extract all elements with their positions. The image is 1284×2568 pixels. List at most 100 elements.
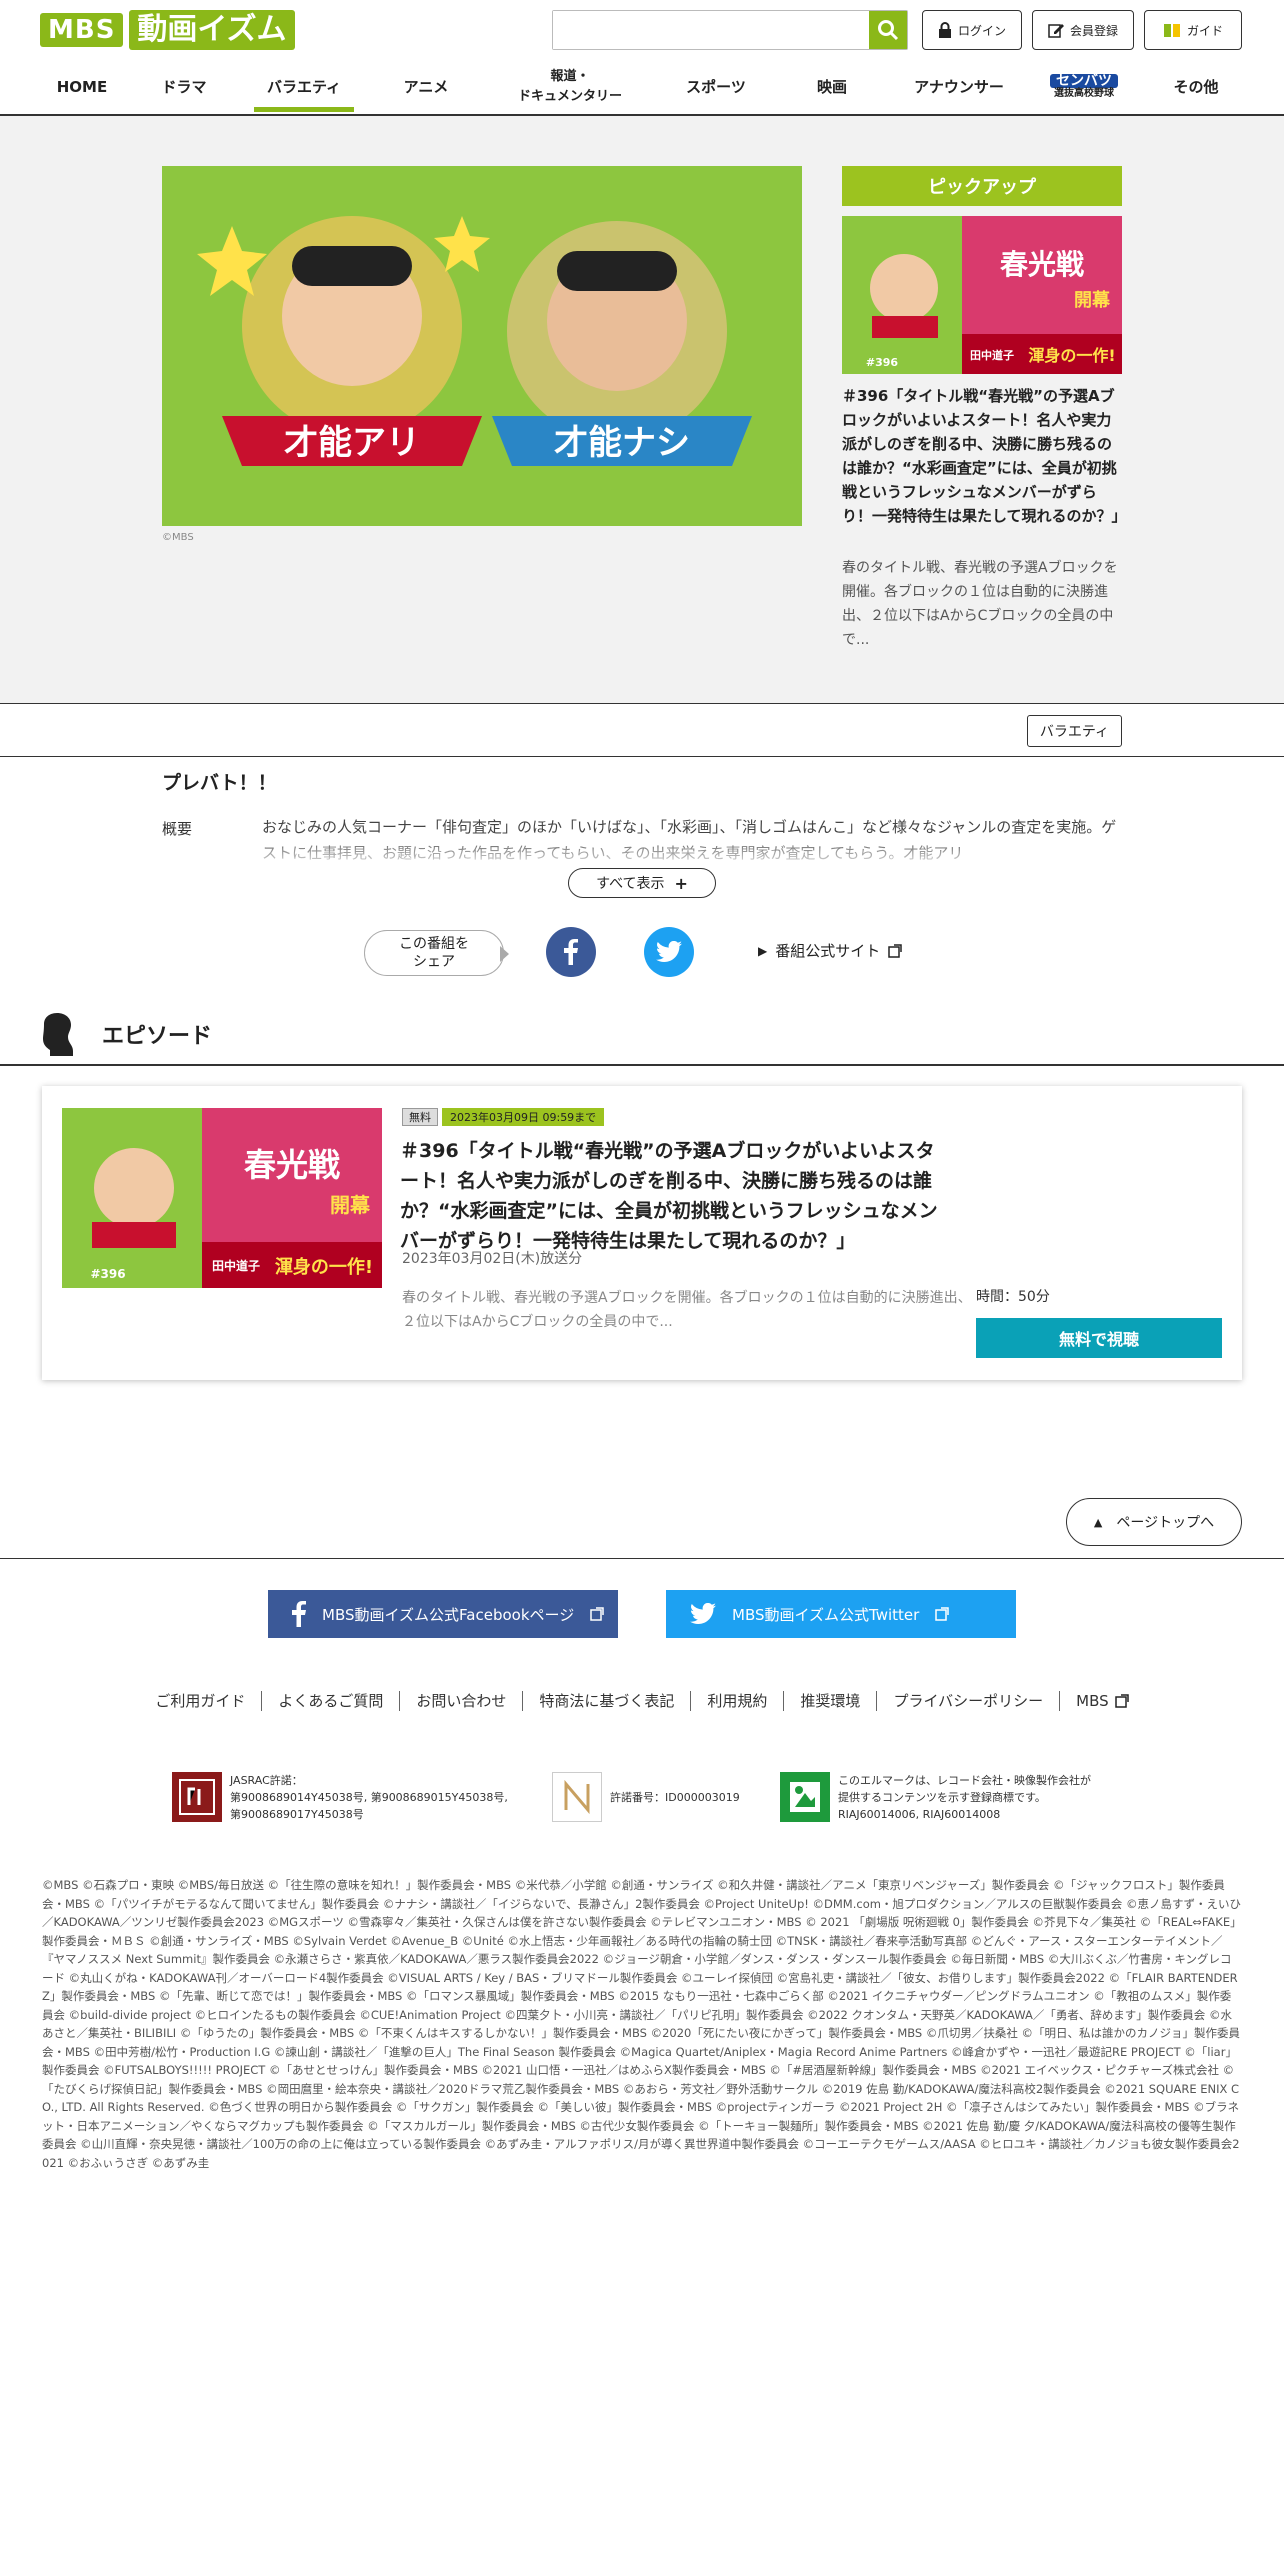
pickup-thumbnail[interactable]: 春光戦 開幕 田中道子 渾身の一作! #396 xyxy=(842,216,1122,374)
episode-thumb-ep: #396 xyxy=(90,1267,125,1281)
nextone-text: 許諾番号：ID000003019 xyxy=(610,1790,740,1804)
footer-link-guide[interactable]: ご利用ガイド xyxy=(155,1690,245,1711)
twitter-account-button[interactable]: MBS動画イズム公式Twitter xyxy=(666,1590,1016,1638)
show-all-label: すべて表示 xyxy=(596,876,665,892)
jasrac-logo-icon xyxy=(172,1772,222,1822)
site-logo[interactable]: MBS 動画イズム xyxy=(40,10,295,50)
elmark-text: このエルマークは、レコード会社・映像製作会社が 提供するコンテンツを示す登録商標… xyxy=(838,1774,1091,1821)
external-link-icon xyxy=(1114,1693,1129,1708)
footer-link-mbs[interactable]: MBS xyxy=(1076,1692,1129,1710)
nav-announcer[interactable]: アナウンサー xyxy=(884,60,1034,114)
nav-other[interactable]: その他 xyxy=(1134,60,1258,114)
hero-image[interactable]: 才能アリ 才能ナシ xyxy=(162,166,802,526)
episode-thumb-text4: 渾身の一作! xyxy=(275,1256,373,1278)
episode-description: 春のタイトル戦、春光戦の予選Aブロックを開催。各ブロックの１位は自動的に決勝進出… xyxy=(402,1290,972,1330)
footer-link-tokushoho[interactable]: 特商法に基づく表記 xyxy=(539,1690,674,1711)
footer-link-privacy[interactable]: プライバシーポリシー xyxy=(893,1690,1043,1711)
pickup-headline[interactable]: ＃396「タイトル戦“春光戦”の予選Aブロックがいよいよスタート！名人や実力派が… xyxy=(842,384,1127,528)
footer-link-environment[interactable]: 推奨環境 xyxy=(800,1690,860,1711)
episode-thumb-art: 春光戦 開幕 田中道子 渾身の一作! #396 xyxy=(62,1108,382,1288)
watch-free-button[interactable]: 無料で視聴 xyxy=(976,1318,1222,1358)
external-link-icon xyxy=(590,1607,604,1621)
episode-duration: 時間：50分 xyxy=(976,1289,1050,1305)
pickup-thumb-ep: #396 xyxy=(866,356,899,369)
episode-section-header: エピソード xyxy=(0,1000,1284,1066)
official-site-label: 番組公式サイト xyxy=(775,942,881,960)
senbatsu-logo: センバツ 選抜高校野球 xyxy=(1050,74,1118,100)
pickup-description: 春のタイトル戦、春光戦の予選Aブロックを開催。各ブロックの１位は自動的に決勝進出… xyxy=(842,560,1118,648)
caret-up-icon: ▲ xyxy=(1093,1515,1103,1529)
caret-right-icon: ▶ xyxy=(758,943,768,958)
facebook-page-label: MBS動画イズム公式Facebookページ xyxy=(322,1605,575,1624)
genre-bar: バラエティ xyxy=(0,703,1284,757)
genre-tag-variety[interactable]: バラエティ xyxy=(1026,715,1122,747)
episode-thumb-text1: 春光戦 xyxy=(244,1146,340,1184)
footer-link-faq[interactable]: よくあるご質問 xyxy=(278,1690,383,1711)
pickup-thumb-text2: 開幕 xyxy=(1074,290,1111,311)
register-button[interactable]: 会員登録 xyxy=(1032,10,1134,50)
nav-sports[interactable]: スポーツ xyxy=(652,60,780,114)
twitter-icon xyxy=(690,1603,716,1625)
login-button[interactable]: ログイン xyxy=(922,10,1022,50)
mascot-icon xyxy=(43,1013,73,1056)
footer-links: ご利用ガイド よくあるご質問 お問い合わせ 特商法に基づく表記 利用規約 推奨環… xyxy=(0,1690,1284,1711)
nav-movies[interactable]: 映画 xyxy=(780,60,884,114)
facebook-icon xyxy=(292,1601,306,1627)
nav-home[interactable]: HOME xyxy=(40,60,124,114)
episode-card[interactable]: 春光戦 開幕 田中道子 渾身の一作! #396 無料 2023年03月09日 0… xyxy=(42,1086,1242,1380)
nav-news-documentary[interactable]: 報道・ ドキュメンタリー xyxy=(488,60,652,114)
divider xyxy=(1059,1690,1061,1711)
logo-mbs: MBS xyxy=(40,13,124,47)
guide-button[interactable]: ガイド xyxy=(1144,10,1242,50)
divider xyxy=(261,1690,263,1711)
nextone-license: 許諾番号：ID000003019 xyxy=(552,1772,752,1822)
share-pointer xyxy=(500,946,509,962)
show-all-button[interactable]: すべて表示 + xyxy=(568,868,716,898)
pen-icon xyxy=(1048,24,1064,38)
program-title: プレバト！！ xyxy=(162,772,277,794)
page-top-label: ページトップへ xyxy=(1116,1515,1215,1531)
hero-illustration: 才能アリ 才能ナシ xyxy=(162,166,802,526)
episode-title[interactable]: ＃396「タイトル戦“春光戦”の予選Aブロックがいよいよスタート！名人や実力派が… xyxy=(400,1136,940,1256)
pickup-thumb-text4: 渾身の一作! xyxy=(1028,346,1115,365)
availability-badge: 2023年03月09日 09:59まで xyxy=(442,1108,605,1126)
nav-variety[interactable]: バラエティ xyxy=(244,60,364,114)
divider xyxy=(522,1690,524,1711)
page-top-button[interactable]: ▲ ページトップへ xyxy=(1066,1498,1242,1546)
program-summary-label: 概要 xyxy=(162,820,193,838)
official-site-link[interactable]: ▶ 番組公式サイト xyxy=(758,940,902,961)
guide-book-icon xyxy=(1163,24,1180,37)
plus-icon: + xyxy=(674,873,688,893)
episode-air-date: 2023年03月02日(木)放送分 xyxy=(402,1251,583,1267)
pickup-thumb-art: 春光戦 開幕 田中道子 渾身の一作! #396 xyxy=(842,216,1122,374)
hero-left-badge: 才能アリ xyxy=(284,423,420,463)
twitter-icon xyxy=(656,941,682,963)
summary-fade xyxy=(262,836,1122,870)
search-button[interactable] xyxy=(869,11,907,49)
episode-section-title: エピソード xyxy=(102,1024,213,1049)
divider xyxy=(876,1690,878,1711)
divider xyxy=(690,1690,692,1711)
episode-thumbnail[interactable]: 春光戦 開幕 田中道子 渾身の一作! #396 xyxy=(62,1108,382,1288)
nav-anime[interactable]: アニメ xyxy=(364,60,488,114)
footer-link-terms[interactable]: 利用規約 xyxy=(707,1690,767,1711)
search-input[interactable] xyxy=(553,11,869,49)
pickup-thumb-text1: 春光戦 xyxy=(1000,248,1084,281)
copyright-notices: ©MBS ©石森プロ・東映 ©MBS/毎日放送 ©「往生際の意味を知れ！」製作委… xyxy=(42,1878,1242,2170)
pickup-title: ピックアップ xyxy=(842,166,1122,206)
elmark-license: このエルマークは、レコード会社・映像製作会社が 提供するコンテンツを示す登録商標… xyxy=(780,1772,1140,1823)
share-facebook-button[interactable] xyxy=(546,927,596,977)
jasrac-license: JASRAC許諾： 第9008689014Y45038号, 第900868901… xyxy=(172,1772,522,1823)
share-twitter-button[interactable] xyxy=(644,927,694,977)
nav-drama[interactable]: ドラマ xyxy=(124,60,244,114)
footer-divider xyxy=(0,1558,1284,1559)
free-badge: 無料 xyxy=(402,1108,438,1126)
facebook-page-button[interactable]: MBS動画イズム公式Facebookページ xyxy=(268,1590,618,1638)
site-header: MBS 動画イズム ログイン 会員登録 ガイド HOME ドラマ バラエティ ア… xyxy=(0,0,1284,116)
jasrac-text: JASRAC許諾： 第9008689014Y45038号, 第900868901… xyxy=(230,1774,508,1821)
footer-link-contact[interactable]: お問い合わせ xyxy=(416,1690,506,1711)
episode-thumb-text2: 開幕 xyxy=(330,1193,371,1217)
divider xyxy=(399,1690,401,1711)
hero-right-badge: 才能ナシ xyxy=(554,423,690,463)
nav-senbatsu[interactable]: センバツ 選抜高校野球 xyxy=(1034,60,1134,114)
